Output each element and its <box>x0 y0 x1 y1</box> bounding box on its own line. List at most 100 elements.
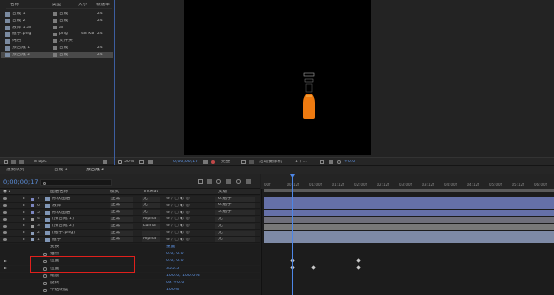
layer-duration-bar[interactable] <box>264 210 554 217</box>
magnify-icon[interactable] <box>118 159 122 164</box>
visibility-eye-icon[interactable] <box>3 197 7 201</box>
fast-preview-icon[interactable] <box>320 159 324 164</box>
current-time-display[interactable]: 0;00;00;17 <box>3 179 39 186</box>
composition-canvas[interactable] <box>184 0 371 155</box>
col-type[interactable]: 类型 <box>52 3 61 8</box>
label-color-swatch[interactable] <box>31 238 34 242</box>
project-item[interactable]: 合成 1 合成 24 <box>1 11 113 18</box>
layer-row[interactable]: 6 液体 正常 无 ⊕ ∕ ▢ ◐ ◎ 6.瓶子 <box>0 202 260 210</box>
layer-name[interactable]: 瓶子 <box>52 238 104 243</box>
layer-switches[interactable]: ⊕ ∕ ▢ ◐ ◎ <box>166 204 192 209</box>
label-color-swatch[interactable] <box>53 32 57 37</box>
property-row[interactable]: 旋转 0x +0.0° <box>0 280 260 287</box>
time-ruler[interactable]: 00f00:12f01:00f01:12f02:00f02:12f03:00f0… <box>261 174 554 189</box>
tab-render-queue[interactable]: 渲染队列 <box>6 168 24 173</box>
project-item[interactable]: 合成 2 合成 24 <box>1 18 113 25</box>
zoom-select[interactable]: 50% <box>124 160 134 165</box>
layer-name[interactable]: 形状图层 <box>52 211 104 216</box>
layer-switches[interactable]: ⊕ ∕ ▢ ◐ ◎ <box>166 217 192 222</box>
layer-duration-bar[interactable] <box>264 237 554 244</box>
stopwatch-icon[interactable] <box>43 274 47 278</box>
layer-switches[interactable]: ⊕ ∕ ▢ ◐ ◎ <box>166 211 192 216</box>
visibility-eye-icon[interactable] <box>3 217 7 221</box>
blend-mode-select[interactable]: 正常 <box>110 223 133 229</box>
track-matte-select[interactable]: 无 <box>142 203 160 209</box>
parent-select[interactable]: 6.瓶子 <box>215 196 255 202</box>
layer-switches[interactable]: ⊕ ∕ ▢ ◐ ◎ <box>166 224 192 229</box>
label-color-swatch[interactable] <box>53 19 57 23</box>
resolution-select[interactable]: 完整 <box>221 160 230 165</box>
label-color-swatch[interactable] <box>53 39 57 43</box>
label-color-swatch[interactable] <box>53 53 57 57</box>
label-color-swatch[interactable] <box>53 25 57 30</box>
blend-mode-select[interactable]: 正常 <box>110 217 133 223</box>
layer-duration-bar[interactable] <box>264 230 554 237</box>
property-row[interactable]: 缩放 100.0, 100.0% <box>0 272 260 280</box>
layer-switches[interactable]: ⊕ ∕ ▢ ◐ ◎ <box>166 197 192 202</box>
project-item[interactable]: 预合成 2 合成 24 <box>1 51 113 59</box>
draft-3d-icon[interactable] <box>207 179 212 184</box>
shy-layers-icon[interactable] <box>216 179 221 184</box>
flowchart-icon[interactable] <box>329 159 333 164</box>
layer-duration-bar[interactable] <box>264 203 554 210</box>
label-color-swatch[interactable] <box>31 217 34 221</box>
label-color-swatch[interactable] <box>31 204 34 208</box>
layer-name[interactable]: [预合成 1] <box>52 217 104 222</box>
new-comp-icon[interactable] <box>19 159 24 164</box>
property-value[interactable]: 0.0, 0.0 <box>166 252 226 257</box>
expand-arrow-icon[interactable] <box>23 197 25 200</box>
layer-row[interactable]: 4 [预合成 1] 正常 Alpha ⊕ ∕ ▢ ◐ ◎ 无 <box>0 216 260 223</box>
layer-duration-bar[interactable] <box>264 196 554 203</box>
motion-blur-icon[interactable] <box>236 179 241 184</box>
parent-select[interactable]: 6.瓶子 <box>215 203 255 209</box>
layer-row[interactable]: 2 [瓶子.png] 正常 ⊕ ∕ ▢ ◐ ◎ 无 <box>0 230 260 237</box>
project-item[interactable]: 纯色 文件夹 <box>1 38 113 45</box>
visibility-eye-icon[interactable] <box>3 238 7 242</box>
layer-search-input[interactable] <box>40 179 112 186</box>
blend-mode-select[interactable]: 正常 <box>110 196 133 202</box>
views-select[interactable]: 1个... <box>295 160 307 165</box>
work-area-bar[interactable] <box>264 189 554 192</box>
label-color-swatch[interactable] <box>53 46 57 50</box>
keyframe-nav-icon[interactable] <box>4 267 7 270</box>
property-value[interactable]: 0.0, 0.0 <box>166 259 226 264</box>
channel-icon[interactable] <box>211 159 215 164</box>
interpret-footage-icon[interactable] <box>4 159 8 164</box>
project-item[interactable]: 瓶子.png png 48 KB 24 <box>1 31 113 38</box>
property-row[interactable]: 不透明度 100% <box>0 287 260 294</box>
track-matte-select[interactable]: 无 <box>142 196 160 202</box>
exposure-value[interactable]: +0.0 <box>344 160 355 165</box>
stopwatch-icon[interactable] <box>43 281 47 285</box>
layer-name[interactable]: [瓶子.png] <box>52 231 104 236</box>
expand-arrow-icon[interactable] <box>23 224 25 227</box>
project-item[interactable]: 液体 1.ai ai <box>1 25 113 32</box>
layer-name[interactable]: [预合成 2] <box>52 224 104 229</box>
blend-mode-select[interactable]: 正常 <box>110 210 133 216</box>
expand-arrow-icon[interactable] <box>23 204 25 207</box>
col-size[interactable]: 大小 <box>78 3 87 8</box>
new-folder-icon[interactable] <box>11 159 16 164</box>
track-matte-select[interactable]: 无 <box>142 210 160 216</box>
trash-icon[interactable] <box>103 159 107 164</box>
track-matte-select[interactable]: Alpha <box>142 217 160 223</box>
layer-row[interactable]: 7 形状图层 正常 无 ⊕ ∕ ▢ ◐ ◎ 6.瓶子 <box>0 196 260 203</box>
property-value[interactable]: 重置 <box>166 245 226 250</box>
layer-switches[interactable]: ⊕ ∕ ▢ ◐ ◎ <box>166 238 192 243</box>
region-icon[interactable] <box>241 159 246 164</box>
blend-mode-select[interactable]: 正常 <box>110 237 133 243</box>
graph-editor-icon[interactable] <box>246 179 251 184</box>
blend-mode-select[interactable]: 正常 <box>110 230 133 236</box>
label-color-swatch[interactable] <box>31 231 34 235</box>
parent-select[interactable]: 无 <box>215 217 255 223</box>
parent-select[interactable]: 无 <box>215 223 255 229</box>
property-row[interactable]: 变换 重置 <box>0 244 260 251</box>
header-mode[interactable]: 模式 <box>110 190 119 195</box>
layer-name[interactable]: 液体 <box>52 204 104 209</box>
track-matte-select[interactable]: Luma <box>142 223 160 229</box>
layer-duration-bar[interactable] <box>264 216 554 223</box>
expand-arrow-icon[interactable] <box>23 238 25 241</box>
layer-switches[interactable]: ⊕ ∕ ▢ ◐ ◎ <box>166 231 192 236</box>
expand-arrow-icon[interactable] <box>23 231 25 234</box>
visibility-eye-icon[interactable] <box>3 210 7 214</box>
blend-mode-select[interactable]: 正常 <box>110 203 133 209</box>
